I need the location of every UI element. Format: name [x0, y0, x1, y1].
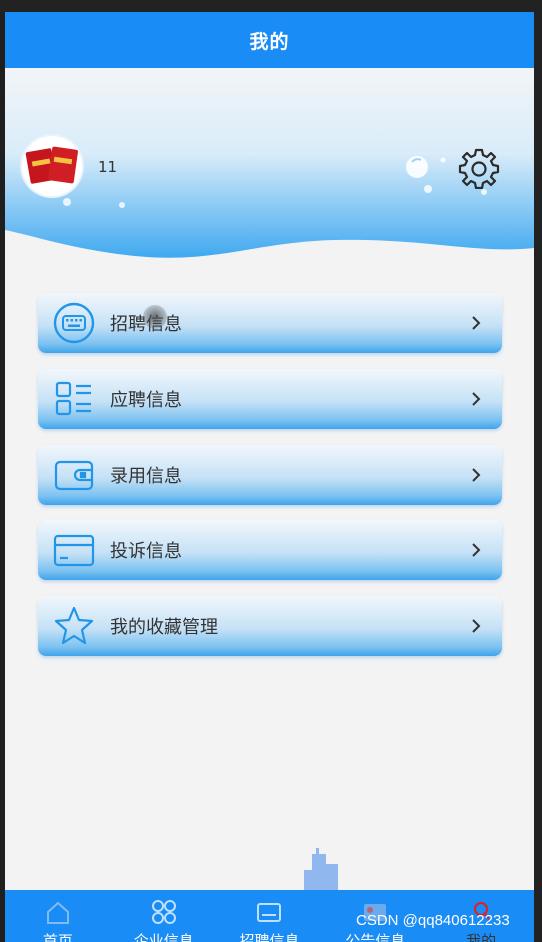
chevron-right-icon — [472, 468, 481, 482]
list-icon — [52, 377, 96, 421]
star-icon — [52, 604, 96, 648]
chevron-right-icon — [472, 619, 481, 633]
tab-label: 首页 — [42, 932, 73, 942]
profile-header-background — [5, 68, 534, 258]
chevron-right-icon — [472, 316, 481, 330]
tab-label: 企业信息 — [133, 932, 194, 942]
red-envelope-avatar-icon — [25, 146, 78, 184]
menu-item-label: 投诉信息 — [110, 541, 182, 562]
menu-item-label: 录用信息 — [110, 466, 182, 487]
wallet-icon — [52, 453, 96, 497]
tab-label: 公告信息 — [345, 932, 406, 942]
menu-item-recruitment[interactable]: 招聘信息 — [38, 293, 502, 353]
tab-home[interactable]: 首页 — [5, 890, 111, 942]
menu-item-hiring[interactable]: 录用信息 — [38, 445, 502, 505]
chevron-right-icon — [472, 392, 481, 406]
window-frame-right — [534, 0, 542, 942]
tab-recruitment[interactable]: 招聘信息 — [217, 890, 323, 942]
tab-label: 招聘信息 — [239, 932, 300, 942]
tab-companies[interactable]: 企业信息 — [111, 890, 217, 942]
watermark: CSDN @qq840612233 — [356, 912, 510, 929]
menu-item-label: 应聘信息 — [110, 390, 182, 411]
gear-icon[interactable] — [458, 147, 500, 189]
home-icon — [46, 901, 69, 924]
chevron-right-icon — [472, 543, 481, 557]
bubble-icon — [406, 156, 428, 178]
menu-item-label: 我的收藏管理 — [110, 617, 218, 638]
grid-icon — [151, 900, 176, 924]
window-frame-top — [0, 0, 542, 12]
keyboard-icon — [257, 903, 282, 922]
city-decoration-icon — [304, 848, 338, 890]
phone-screen: 我的 11 应聘信息 录用信息 投诉信息 我的收藏管理 首页 企业信息 招聘信息… — [5, 12, 534, 942]
keyboard-icon — [52, 301, 96, 345]
menu-item-favorites[interactable]: 我的收藏管理 — [38, 596, 502, 656]
page-title: 我的 — [249, 30, 290, 53]
tab-label: 我的 — [466, 932, 497, 942]
avatar[interactable] — [22, 136, 82, 196]
touch-cursor — [143, 305, 167, 329]
menu-item-complaints[interactable]: 投诉信息 — [38, 520, 502, 580]
nav-bar: 我的 — [5, 12, 534, 68]
username: 11 — [98, 158, 118, 176]
card-icon — [52, 528, 96, 572]
menu-item-applications[interactable]: 应聘信息 — [38, 369, 502, 429]
